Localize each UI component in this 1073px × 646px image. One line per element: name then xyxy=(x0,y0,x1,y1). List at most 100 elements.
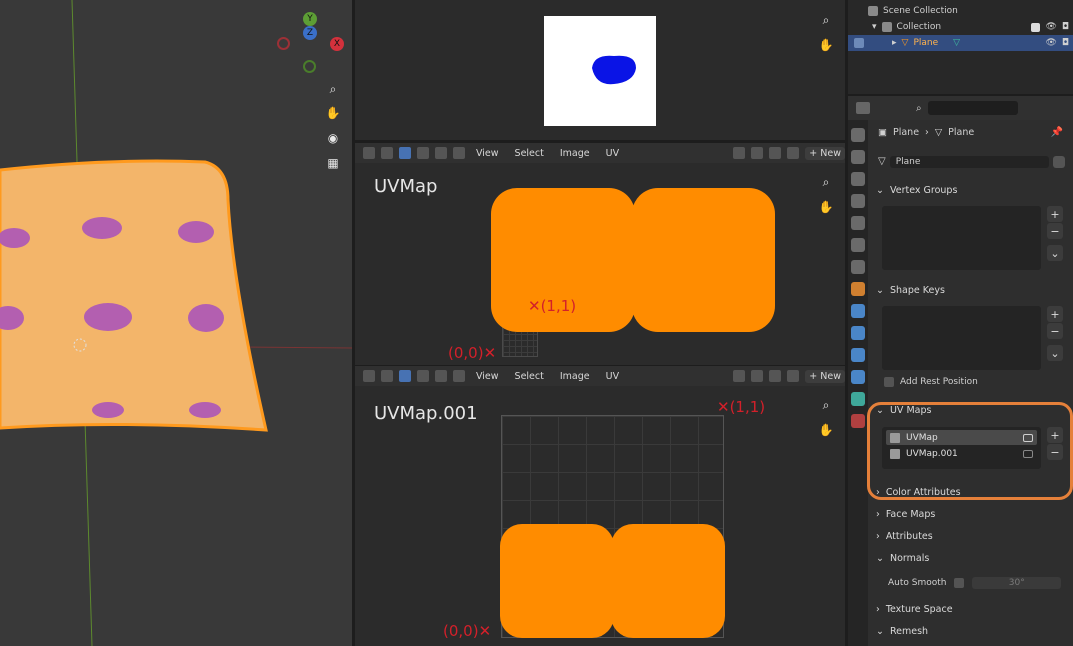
viewport-3d[interactable]: Y Z X ⌕ ✋ ◉ ▦ xyxy=(0,0,352,646)
expand-arrow-icon[interactable]: ▾ xyxy=(872,22,877,32)
zoom-icon[interactable]: ⌕ xyxy=(324,80,342,98)
sync-selection-icon[interactable] xyxy=(381,147,393,159)
edge-select-icon[interactable] xyxy=(417,147,429,159)
gizmo-neg-y-axis[interactable] xyxy=(303,60,316,73)
output-tab-icon[interactable] xyxy=(851,172,865,186)
constraints-tab-icon[interactable] xyxy=(851,370,865,384)
mesh-data-tab-icon[interactable] xyxy=(851,392,865,406)
panel-normals[interactable]: ⌄ Normals xyxy=(876,548,1065,568)
panel-texture-space[interactable]: › Texture Space xyxy=(876,599,1065,619)
scene-tab-icon[interactable] xyxy=(851,216,865,230)
menu-uv[interactable]: UV xyxy=(601,148,624,159)
pin-icon[interactable]: 📌 xyxy=(1051,127,1063,138)
gizmo-z-axis[interactable]: Z xyxy=(303,26,317,40)
add-rest-position-checkbox[interactable] xyxy=(884,377,894,387)
menu-select[interactable]: Select xyxy=(510,371,549,382)
outliner[interactable]: Scene Collection ▾ Collection 👁 ◘ ▸ ▽ Pl… xyxy=(848,0,1073,94)
editor-type-icon[interactable] xyxy=(363,370,375,382)
vertex-group-specials-button[interactable]: ⌄ xyxy=(1047,245,1063,261)
view-layer-tab-icon[interactable] xyxy=(851,194,865,208)
panel-attributes[interactable]: › Attributes xyxy=(876,526,1065,546)
mesh-data-icon[interactable]: ▽ xyxy=(878,156,886,167)
hand-pan-icon[interactable]: ✋ xyxy=(817,36,835,54)
camera-icon[interactable]: ◉ xyxy=(324,129,342,147)
gizmo-y-axis[interactable]: Y xyxy=(303,12,317,26)
camera-icon[interactable]: ◘ xyxy=(1062,22,1069,32)
snap-icon[interactable] xyxy=(751,147,764,159)
image-browse-icon[interactable] xyxy=(787,147,800,159)
material-tab-icon[interactable] xyxy=(851,414,865,428)
uv-island-left[interactable] xyxy=(500,524,614,638)
auto-smooth-angle-field[interactable]: 30° xyxy=(972,577,1061,589)
uv-editor-uvmap-001[interactable]: View Select Image UV + New UVMap.001 ✕(1… xyxy=(355,366,845,646)
editor-type-icon[interactable] xyxy=(856,102,870,114)
panel-vertex-groups[interactable]: ⌄ Vertex Groups xyxy=(876,180,1065,200)
eye-icon[interactable]: 👁 xyxy=(1045,38,1056,48)
menu-image[interactable]: Image xyxy=(555,371,595,382)
menu-uv[interactable]: UV xyxy=(601,371,624,382)
pivot-icon[interactable] xyxy=(733,370,746,382)
camera-icon[interactable]: ◘ xyxy=(1062,38,1069,48)
zoom-icon[interactable]: ⌕ xyxy=(817,173,835,191)
editor-type-icon[interactable] xyxy=(363,147,375,159)
outliner-row-scene-collection[interactable]: Scene Collection xyxy=(848,3,1073,19)
uv-island-right[interactable] xyxy=(632,188,775,332)
uv-editor-uvmap[interactable]: View Select Image UV + New UVMap ✕(1,1) … xyxy=(355,143,845,365)
edge-select-icon[interactable] xyxy=(417,370,429,382)
panel-shape-keys[interactable]: ⌄ Shape Keys xyxy=(876,280,1065,300)
proportional-icon[interactable] xyxy=(769,370,782,382)
proportional-icon[interactable] xyxy=(769,147,782,159)
mesh-data-icon[interactable]: ▽ xyxy=(953,38,960,48)
outliner-row-plane[interactable]: ▸ ▽ Plane ▽ 👁 ◘ xyxy=(848,35,1073,51)
particles-tab-icon[interactable] xyxy=(851,326,865,340)
new-image-button[interactable]: + New xyxy=(805,146,845,160)
hand-pan-icon[interactable]: ✋ xyxy=(817,198,835,216)
world-tab-icon[interactable] xyxy=(851,238,865,252)
image-browse-icon[interactable] xyxy=(787,370,800,382)
tool-tab-icon[interactable] xyxy=(851,128,865,142)
menu-image[interactable]: Image xyxy=(555,148,595,159)
image-editor-preview[interactable]: ⌕ ✋ xyxy=(355,0,845,140)
collection-tab-icon[interactable] xyxy=(851,260,865,274)
physics-tab-icon[interactable] xyxy=(851,348,865,362)
expand-arrow-icon[interactable]: ▸ xyxy=(892,38,897,48)
add-shape-key-button[interactable]: + xyxy=(1047,306,1063,322)
island-select-icon[interactable] xyxy=(453,147,465,159)
face-select-icon[interactable] xyxy=(435,147,447,159)
add-rest-position-row[interactable]: Add Rest Position xyxy=(884,377,978,387)
mesh-name-field[interactable]: Plane xyxy=(889,155,1049,168)
grid-icon[interactable]: ▦ xyxy=(324,154,342,172)
shape-keys-list[interactable] xyxy=(882,306,1041,370)
render-tab-icon[interactable] xyxy=(851,150,865,164)
outliner-row-collection[interactable]: ▾ Collection 👁 ◘ xyxy=(848,19,1073,35)
zoom-icon[interactable]: ⌕ xyxy=(817,11,835,29)
checkbox-icon[interactable] xyxy=(1031,22,1041,32)
menu-view[interactable]: View xyxy=(471,148,504,159)
uv-island-right[interactable] xyxy=(611,524,725,638)
vertex-select-icon[interactable] xyxy=(399,147,411,159)
menu-view[interactable]: View xyxy=(471,371,504,382)
shape-key-specials-button[interactable]: ⌄ xyxy=(1047,345,1063,361)
snap-icon[interactable] xyxy=(751,370,764,382)
object-tab-icon[interactable] xyxy=(851,282,865,296)
auto-smooth-checkbox[interactable] xyxy=(954,578,965,588)
eye-icon[interactable]: 👁 xyxy=(1045,22,1056,32)
gizmo-neg-x-axis[interactable] xyxy=(277,37,290,50)
remove-vertex-group-button[interactable]: − xyxy=(1047,223,1063,239)
vertex-groups-list[interactable] xyxy=(882,206,1041,270)
zoom-icon[interactable]: ⌕ xyxy=(817,396,835,414)
vertex-select-icon[interactable] xyxy=(399,370,411,382)
modifier-tab-icon[interactable] xyxy=(851,304,865,318)
panel-remesh[interactable]: ⌄ Remesh xyxy=(876,621,1065,641)
island-select-icon[interactable] xyxy=(453,370,465,382)
menu-select[interactable]: Select xyxy=(510,148,549,159)
panel-face-maps[interactable]: › Face Maps xyxy=(876,504,1065,524)
pivot-icon[interactable] xyxy=(733,147,746,159)
new-image-button[interactable]: + New xyxy=(805,369,845,383)
hand-pan-icon[interactable]: ✋ xyxy=(817,421,835,439)
properties-editor[interactable]: ⌕ ▣ Plane › ▽ Plane 📌 ▽ Plane ⌄ Vertex G… xyxy=(848,96,1073,646)
hand-pan-icon[interactable]: ✋ xyxy=(324,104,342,122)
gizmo-x-axis[interactable]: X xyxy=(330,37,344,51)
remove-shape-key-button[interactable]: − xyxy=(1047,323,1063,339)
sync-selection-icon[interactable] xyxy=(381,370,393,382)
